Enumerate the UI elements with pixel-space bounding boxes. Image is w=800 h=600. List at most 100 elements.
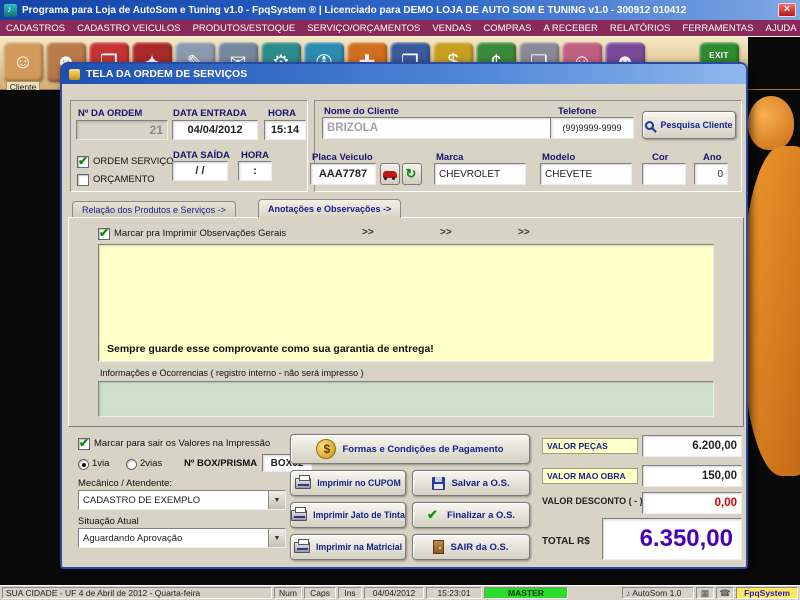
tab-anotacoes-label: Anotações e Observações -> bbox=[268, 204, 392, 214]
valor-pecas-label: VALOR PEÇAS bbox=[542, 438, 638, 454]
telefone-field[interactable]: (99)9999-9999 bbox=[550, 117, 634, 139]
mecanico-value: CADASTRO DE EXEMPLO bbox=[83, 494, 201, 506]
situacao-value: Aguardando Aprovação bbox=[83, 532, 183, 544]
menu-vendas[interactable]: VENDAS bbox=[432, 23, 471, 34]
menu-servico-orcamentos[interactable]: SERVIÇO/ORÇAMENTOS bbox=[307, 23, 420, 34]
placa-car-button[interactable] bbox=[380, 163, 400, 185]
car-icon bbox=[383, 170, 397, 180]
imprimir-jato-button[interactable]: Imprimir Jato de Tinta bbox=[290, 502, 406, 528]
ordem-servico-label: ORDEM SERVIÇO bbox=[93, 156, 174, 167]
total-label: TOTAL R$ bbox=[542, 536, 590, 547]
menu-bar: CADASTROS CADASTRO VEICULOS PRODUTOS/EST… bbox=[0, 20, 800, 36]
chevron-3: >> bbox=[518, 227, 530, 238]
status-num-lock: Num bbox=[274, 587, 302, 599]
menu-relatorios[interactable]: RELATÓRIOS bbox=[610, 23, 671, 34]
tab-produtos-servicos[interactable]: Relação dos Produtos e Serviços -> bbox=[72, 201, 236, 218]
application-window: Programa para Loja de AutoSom e Tuning v… bbox=[0, 0, 800, 600]
search-icon bbox=[645, 120, 655, 130]
imprimir-valores-checkbox[interactable] bbox=[78, 436, 90, 450]
data-entrada-label: DATA ENTRADA bbox=[173, 108, 247, 119]
status-app-name: AutoSom 1.0 bbox=[622, 587, 694, 599]
check-icon bbox=[427, 507, 441, 523]
coin-icon bbox=[316, 439, 337, 459]
ano-field[interactable]: 0 bbox=[694, 163, 728, 185]
menu-ajuda[interactable]: AJUDA bbox=[765, 23, 796, 34]
data-saida-field[interactable]: / / bbox=[172, 161, 228, 181]
status-time: 15:23:01 bbox=[426, 587, 482, 599]
menu-cadastros[interactable]: CADASTROS bbox=[6, 23, 65, 34]
marca-label: Marca bbox=[436, 152, 464, 163]
window-title: Programa para Loja de AutoSom e Tuning v… bbox=[22, 4, 687, 16]
app-icon bbox=[4, 3, 17, 17]
modelo-field[interactable]: CHEVETE bbox=[540, 163, 632, 185]
nome-cliente-label: Nome do Cliente bbox=[324, 106, 399, 117]
toolbar-dark-area bbox=[748, 37, 800, 89]
observacoes-text: Sempre guarde esse comprovante como sua … bbox=[107, 343, 434, 355]
imprimir-cupom-button[interactable]: Imprimir no CUPOM bbox=[290, 470, 406, 496]
imprimir-observacoes-checkbox[interactable] bbox=[98, 226, 110, 240]
valor-mao-obra-field[interactable]: 150,00 bbox=[642, 465, 742, 487]
chevron-2: >> bbox=[440, 227, 452, 238]
data-entrada-field[interactable]: 04/04/2012 bbox=[172, 120, 258, 140]
chevron-down-icon[interactable] bbox=[268, 529, 285, 547]
ordem-servico-checkbox[interactable] bbox=[77, 154, 89, 168]
finalizar-os-button[interactable]: Finalizar a O.S. bbox=[412, 502, 530, 528]
imprimir-jato-label: Imprimir Jato de Tinta bbox=[313, 510, 405, 520]
observacoes-textarea[interactable]: Sempre guarde esse comprovante como sua … bbox=[98, 244, 714, 362]
dialog-titlebar: TELA DA ORDEM DE SERVIÇOS bbox=[62, 64, 746, 84]
via1-label: 1via bbox=[92, 458, 110, 469]
dialog-icon bbox=[69, 68, 80, 80]
pesquisa-cliente-button[interactable]: Pesquisa Cliente bbox=[642, 111, 736, 139]
status-insert: Ins bbox=[338, 587, 362, 599]
printer-icon bbox=[291, 506, 308, 521]
toolbar-button-cliente[interactable]: ☺ Cliente bbox=[3, 39, 43, 93]
imprimir-matricial-button[interactable]: Imprimir na Matricial bbox=[290, 534, 406, 560]
menu-produtos-estoque[interactable]: PRODUTOS/ESTOQUE bbox=[193, 23, 296, 34]
printer-icon bbox=[295, 474, 312, 489]
salvar-os-label: Salvar a O.S. bbox=[451, 477, 510, 489]
window-titlebar: Programa para Loja de AutoSom e Tuning v… bbox=[0, 0, 800, 20]
salvar-os-button[interactable]: Salvar a O.S. bbox=[412, 470, 530, 496]
grid-status-icon bbox=[696, 587, 714, 599]
door-exit-icon bbox=[433, 540, 445, 554]
placa-field[interactable]: AAA7787 bbox=[310, 163, 376, 185]
hora-entrada-field[interactable]: 15:14 bbox=[264, 120, 306, 140]
info-ocorrencias-label: Informações e Ocorrencias ( registro int… bbox=[100, 368, 364, 378]
status-user: MASTER bbox=[484, 587, 568, 599]
marca-field[interactable]: CHEVROLET bbox=[434, 163, 526, 185]
pagamento-label: Formas e Condições de Pagamento bbox=[342, 443, 504, 455]
pagamento-button[interactable]: Formas e Condições de Pagamento bbox=[290, 434, 530, 464]
via1-radio[interactable] bbox=[78, 459, 89, 470]
mecanico-dropdown[interactable]: CADASTRO DE EXEMPLO bbox=[78, 490, 286, 510]
menu-compras[interactable]: COMPRAS bbox=[483, 23, 531, 34]
cliente-icon: ☺ bbox=[3, 42, 43, 82]
menu-ferramentas[interactable]: FERRAMENTAS bbox=[682, 23, 753, 34]
hora-saida-field[interactable]: : bbox=[238, 161, 272, 181]
cor-field[interactable] bbox=[642, 163, 686, 185]
save-disk-icon bbox=[432, 476, 446, 490]
tab-anotacoes[interactable]: Anotações e Observações -> bbox=[258, 199, 402, 218]
menu-a-receber[interactable]: A RECEBER bbox=[543, 23, 597, 34]
dialog-title: TELA DA ORDEM DE SERVIÇOS bbox=[86, 68, 248, 80]
ano-label: Ano bbox=[703, 152, 722, 163]
orcamento-checkbox[interactable] bbox=[77, 174, 89, 186]
numero-ordem-field[interactable]: 21 bbox=[76, 120, 168, 140]
menu-cadastro-veiculos[interactable]: CADASTRO VEICULOS bbox=[77, 23, 180, 34]
status-date: 04/04/2012 bbox=[364, 587, 424, 599]
placa-refresh-button[interactable] bbox=[402, 163, 422, 185]
ocorrencias-textarea[interactable] bbox=[98, 381, 714, 417]
chevron-down-icon[interactable] bbox=[268, 491, 285, 509]
data-saida-label: DATA SAÍDA bbox=[173, 150, 230, 161]
valor-pecas-field[interactable]: 6.200,00 bbox=[642, 435, 742, 457]
ordem-servico-dialog: TELA DA ORDEM DE SERVIÇOS Nº DA ORDEM 21… bbox=[60, 62, 748, 569]
close-button[interactable]: × bbox=[778, 3, 796, 17]
imprimir-valores-label: Marcar para sair os Valores na Impressão bbox=[94, 438, 271, 449]
situacao-dropdown[interactable]: Aguardando Aprovação bbox=[78, 528, 286, 548]
modelo-label: Modelo bbox=[542, 152, 576, 163]
valor-desconto-field[interactable]: 0,00 bbox=[642, 492, 742, 514]
pesquisa-cliente-label: Pesquisa Cliente bbox=[660, 120, 733, 130]
via2-radio[interactable] bbox=[126, 459, 137, 470]
status-spacer bbox=[570, 587, 620, 599]
cor-label: Cor bbox=[652, 152, 669, 163]
sair-os-button[interactable]: SAIR da O.S. bbox=[412, 534, 530, 560]
